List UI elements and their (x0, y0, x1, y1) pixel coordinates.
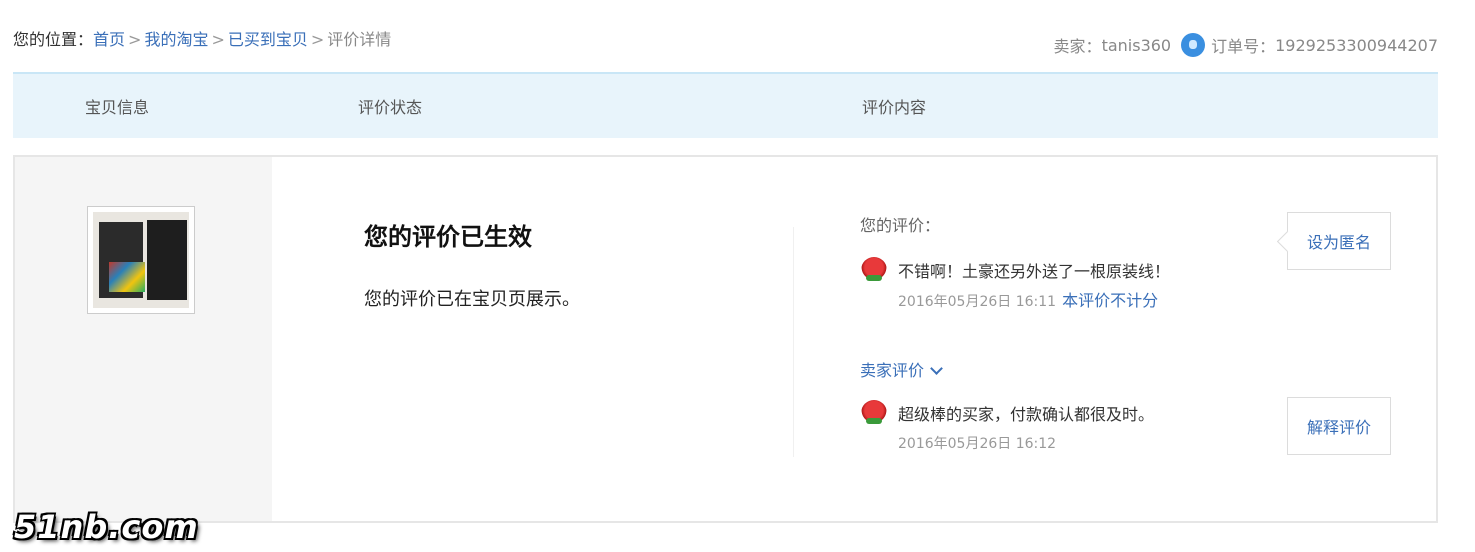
product-screen (109, 262, 145, 292)
header-item-info: 宝贝信息 (85, 98, 150, 117)
product-box-front (99, 222, 145, 298)
my-review-label: 您的评价： (860, 216, 941, 235)
positive-rating-flower-icon (861, 257, 887, 283)
no-score-link[interactable]: 本评价不计分 (1062, 291, 1158, 310)
breadcrumb-my-taobao-link[interactable]: 我的淘宝 (144, 30, 208, 49)
item-info-column (15, 157, 272, 521)
breadcrumb-separator: > (310, 30, 325, 49)
status-description: 您的评价已在宝贝页展示。 (364, 289, 580, 310)
breadcrumb: 您的位置：首页 > 我的淘宝 > 已买到宝贝 > 评价详情 (13, 26, 391, 50)
product-box-back (147, 220, 187, 300)
table-header: 宝贝信息 评价状态 评价内容 (13, 72, 1438, 138)
product-image (93, 212, 189, 308)
breadcrumb-prefix: 您的位置： (13, 30, 94, 49)
item-thumbnail[interactable] (87, 206, 195, 314)
my-review-text: 不错啊！土豪还另外送了一根原装线！ (898, 262, 1171, 281)
my-review-meta: 2016年05月26日 16:11 本评价不计分 (898, 287, 1158, 311)
breadcrumb-bought-link[interactable]: 已买到宝贝 (228, 30, 308, 49)
order-number: 1929253300944207 (1275, 35, 1438, 55)
column-divider (793, 227, 794, 457)
breadcrumb-current: 评价详情 (327, 30, 392, 49)
seller-name[interactable]: tanis360 (1102, 36, 1172, 55)
breadcrumb-separator: > (128, 30, 142, 49)
order-meta: 卖家： tanis360 订单号： 1929253300944207 (1054, 33, 1438, 57)
wangwang-chat-icon[interactable] (1181, 33, 1206, 57)
seller-label: 卖家： (1053, 37, 1102, 56)
my-review-date: 2016年05月26日 16:11 (898, 294, 1057, 310)
breadcrumb-separator: > (211, 30, 225, 49)
chevron-down-icon (930, 362, 943, 375)
seller-review-date: 2016年05月26日 16:12 (898, 436, 1057, 452)
seller-review-toggle-label: 卖家评价 (860, 361, 925, 380)
watermark-logo: 51nb.com (14, 508, 199, 546)
seller-review-toggle[interactable]: 卖家评价 (860, 357, 943, 381)
set-anonymous-button[interactable]: 设为匿名 (1287, 212, 1391, 270)
seller-review-text: 超级棒的买家，付款确认都很及时。 (898, 405, 1155, 424)
positive-rating-flower-icon (861, 400, 887, 426)
review-panel: 您的评价已生效 您的评价已在宝贝页展示。 您的评价： 不错啊！土豪还另外送了一根… (13, 155, 1438, 523)
status-title: 您的评价已生效 (364, 222, 532, 251)
explain-review-button[interactable]: 解释评价 (1287, 397, 1391, 455)
order-label: 订单号： (1211, 37, 1276, 56)
header-review-content: 评价内容 (862, 98, 927, 117)
breadcrumb-home-link[interactable]: 首页 (93, 30, 125, 49)
header-review-status: 评价状态 (358, 98, 423, 117)
